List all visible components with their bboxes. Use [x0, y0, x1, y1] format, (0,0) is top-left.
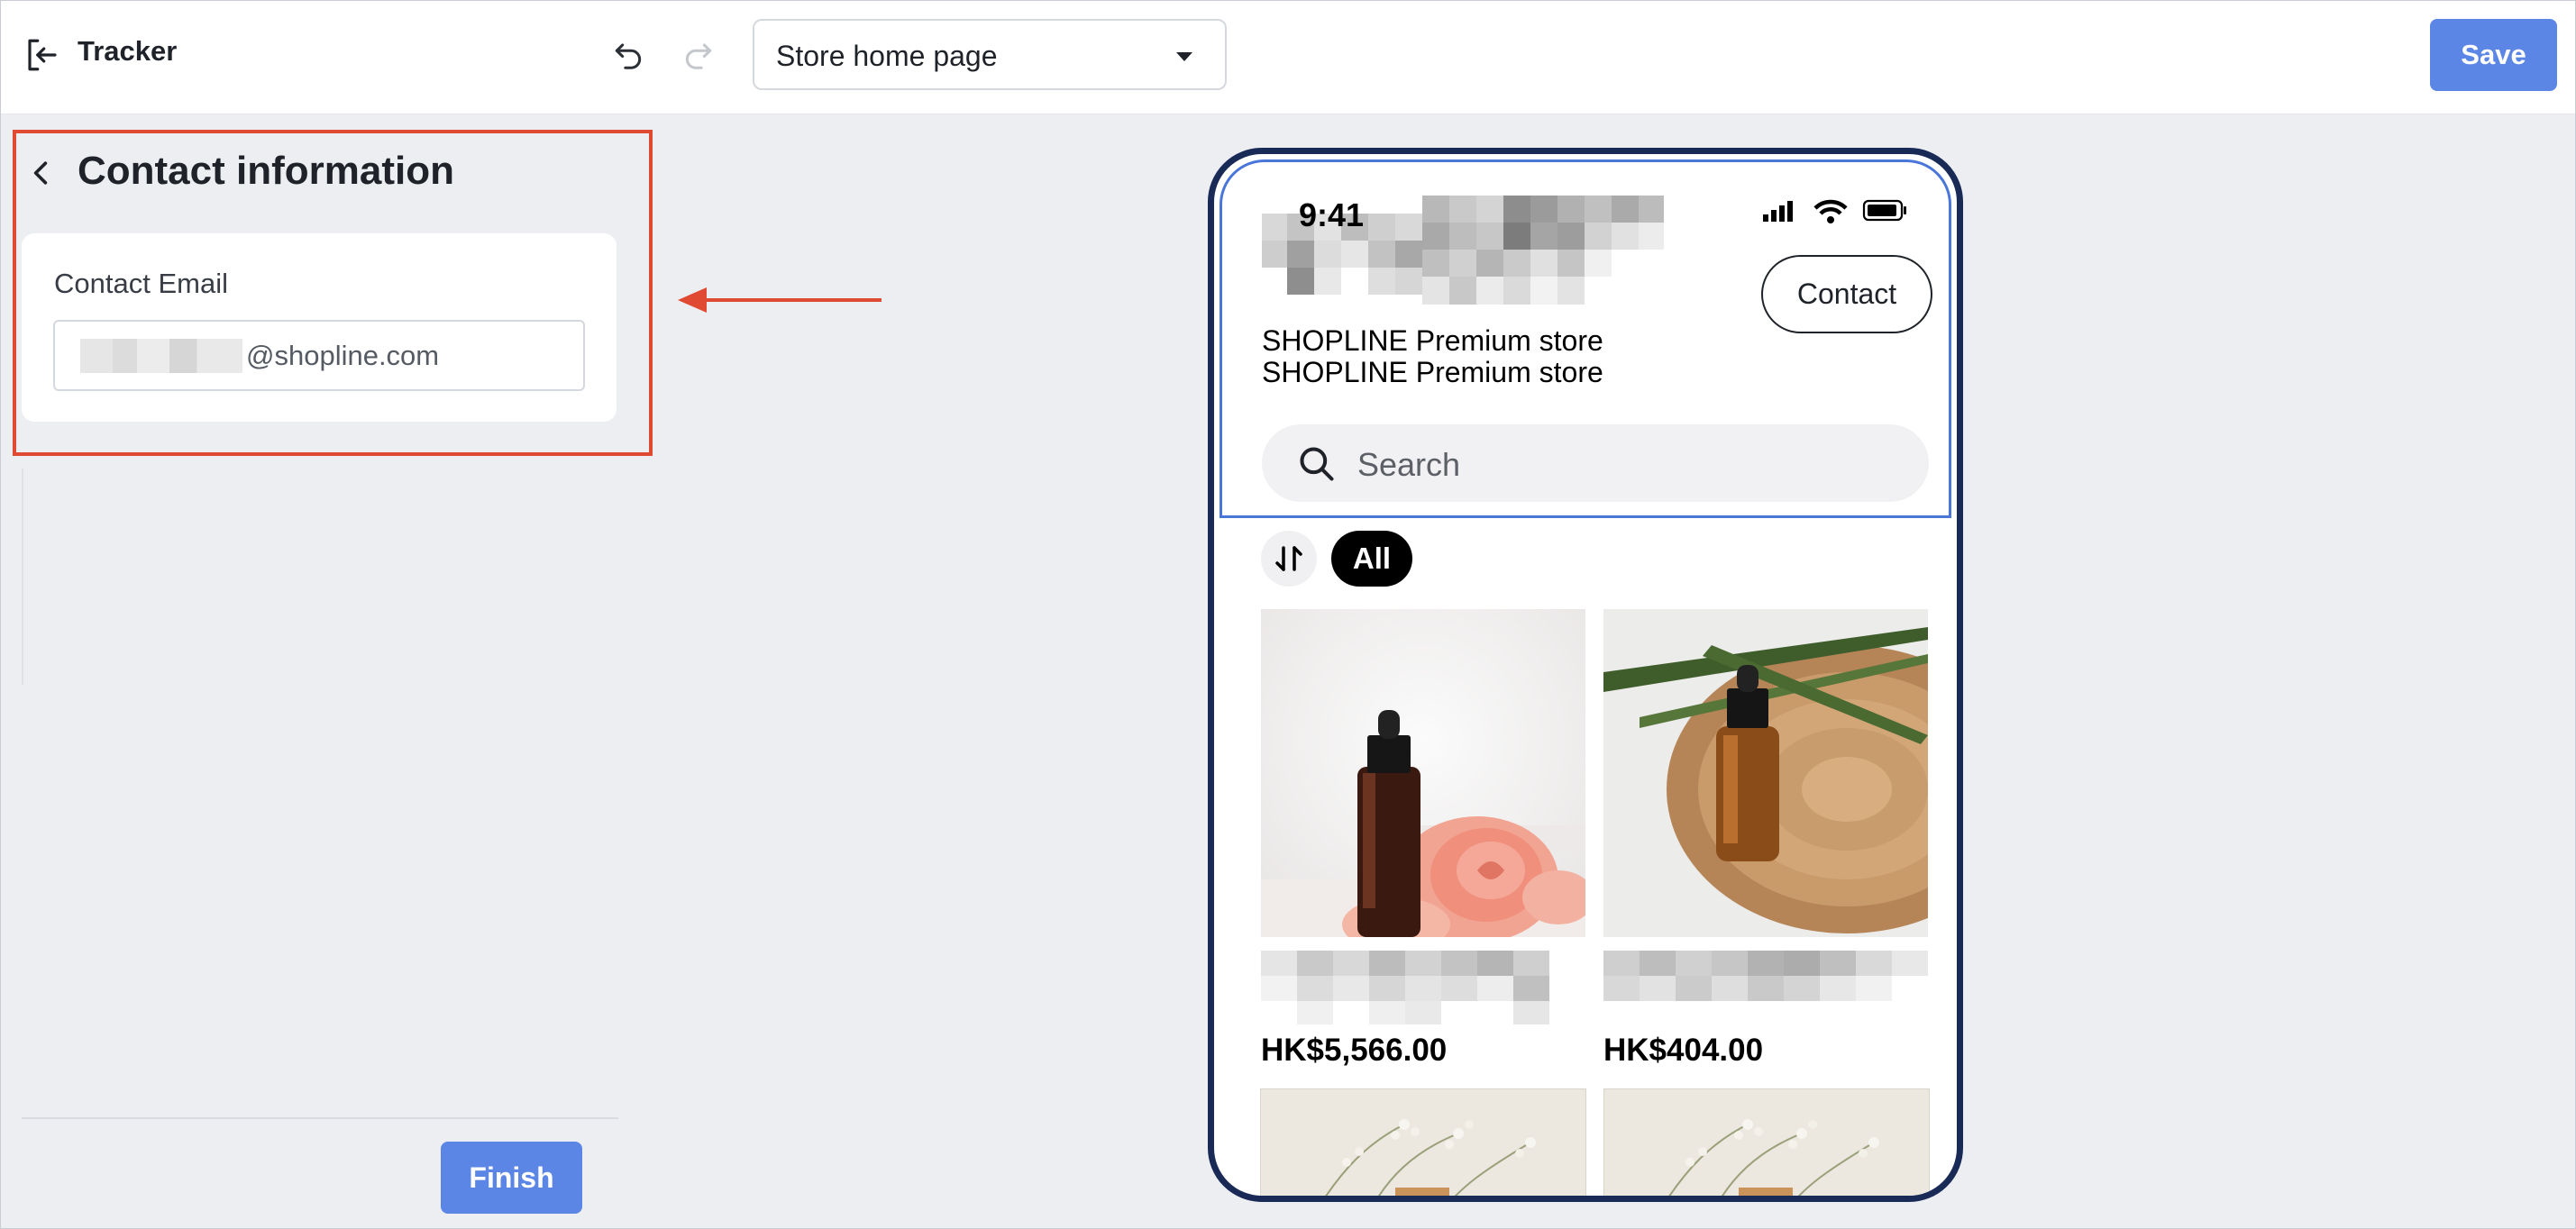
store-name-line-2: SHOPLINE Premium store [1262, 356, 1603, 388]
highlight-annotation-box [13, 130, 653, 456]
store-name-line-1: SHOPLINE Premium store [1262, 324, 1603, 357]
undo-icon[interactable] [611, 38, 645, 72]
sort-button[interactable] [1261, 531, 1317, 587]
filter-all-chip[interactable]: All [1331, 531, 1412, 587]
search-icon [1300, 447, 1334, 481]
top-bar: Tracker Store home page Save [0, 0, 2576, 114]
product-card[interactable]: HK$5,566.00 [1261, 609, 1603, 1069]
status-bar-icons [1763, 199, 1906, 223]
phone-preview: 9:41 SHOPLINE Premium store SHOPLINE Pre… [1208, 148, 1963, 1202]
panel-edge [22, 469, 23, 685]
status-time: 9:41 [1299, 196, 1365, 233]
search-placeholder: Search [1357, 446, 1461, 483]
search-bar[interactable]: Search [1262, 424, 1929, 502]
chevron-down-icon [1176, 52, 1192, 61]
product-price: HK$404.00 [1603, 1033, 1764, 1068]
save-button[interactable]: Save [2430, 19, 2557, 91]
product-name-redacted [1261, 951, 1549, 1024]
product-card[interactable]: HK$404.00 [1603, 609, 1957, 1069]
page-select-value: Store home page [776, 40, 998, 72]
store-header-section[interactable]: 9:41 SHOPLINE Premium store SHOPLINE Pre… [1219, 159, 1951, 518]
product-card[interactable] [1260, 1088, 1586, 1196]
product-name-redacted [1603, 951, 1928, 1024]
sort-icon [1275, 546, 1302, 571]
panel-footer-divider [22, 1117, 618, 1119]
contact-button[interactable]: Contact [1761, 255, 1932, 333]
product-card[interactable] [1603, 1088, 1930, 1196]
product-image-dried-flowers [1260, 1088, 1586, 1196]
product-image-rose-bottle [1261, 609, 1603, 951]
redo-icon[interactable] [681, 38, 716, 72]
finish-button[interactable]: Finish [441, 1142, 582, 1214]
app-title: Tracker [78, 35, 178, 67]
product-image-dried-flowers [1603, 1088, 1930, 1196]
arrow-left-icon [678, 287, 882, 313]
product-price: HK$5,566.00 [1261, 1033, 1448, 1068]
page-select[interactable]: Store home page [753, 19, 1227, 90]
exit-icon[interactable] [23, 36, 61, 74]
product-image-wood-bottle [1603, 609, 1957, 937]
